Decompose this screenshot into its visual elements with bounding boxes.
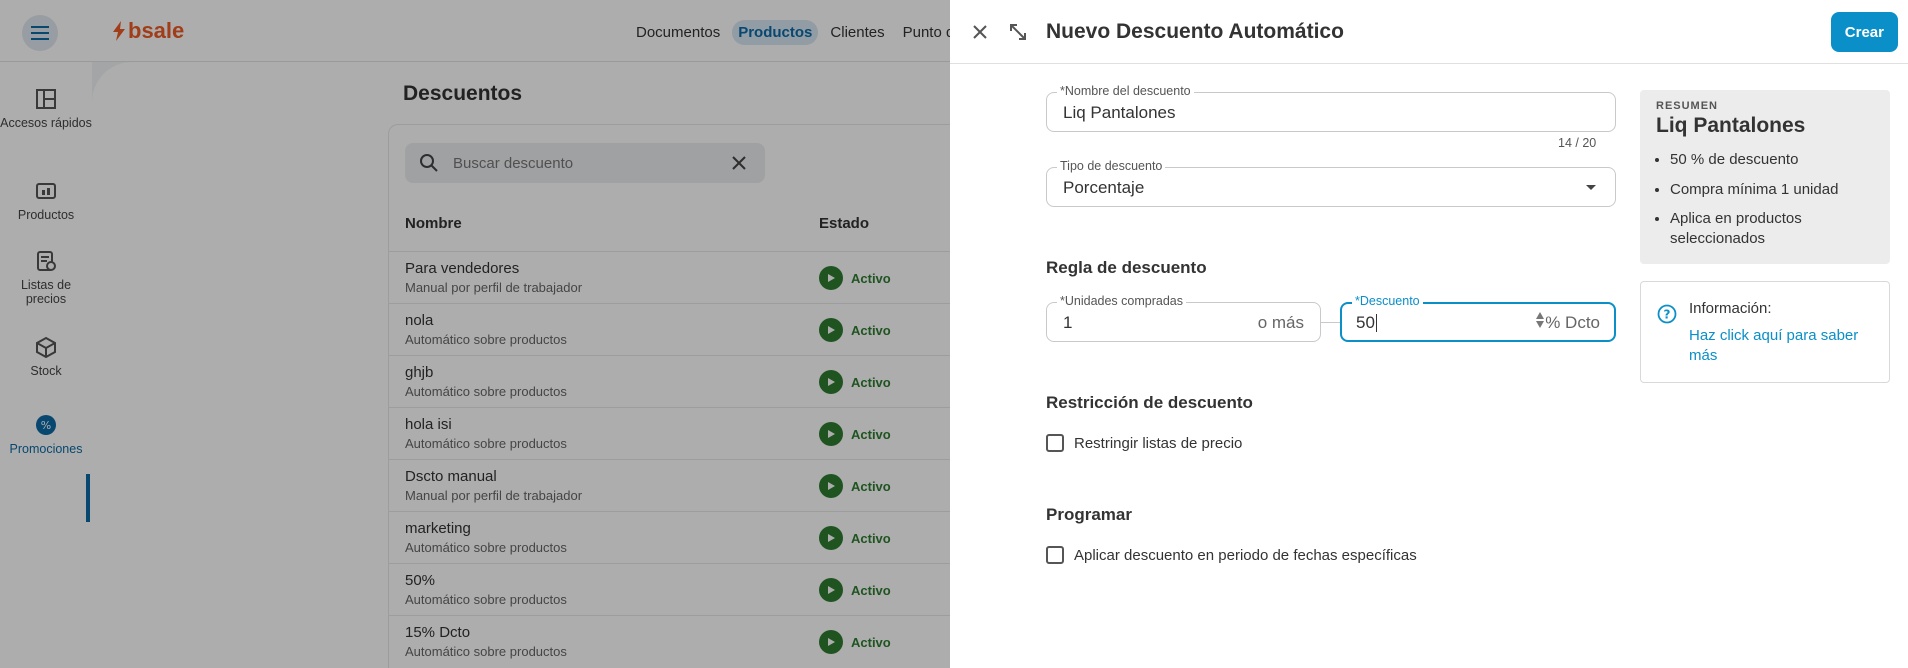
- units-suffix: o más: [1257, 313, 1304, 332]
- summary-kicker: RESUMEN: [1656, 100, 1719, 112]
- summary-item: Aplica en productos seleccionados: [1670, 209, 1874, 248]
- summary-list: 50 % de descuento Compra mínima 1 unidad…: [1656, 150, 1874, 248]
- create-button[interactable]: Crear: [1830, 12, 1898, 52]
- text-cursor: [1376, 314, 1377, 332]
- info-link[interactable]: Haz click aquí para saber más: [1689, 326, 1879, 367]
- restriction-section-title: Restricción de descuento: [1046, 393, 1253, 412]
- summary-item: Compra mínima 1 unidad: [1670, 180, 1874, 200]
- summary-item: 50 % de descuento: [1670, 150, 1874, 170]
- expand-button[interactable]: [1004, 18, 1032, 46]
- rule-section-title: Regla de descuento: [1046, 258, 1207, 277]
- info-title: Información:: [1689, 300, 1772, 317]
- expand-icon: [1010, 24, 1026, 40]
- discount-suffix: % Dcto: [1545, 313, 1600, 332]
- new-discount-drawer: Nuevo Descuento Automático Crear *Nombre…: [950, 0, 1908, 668]
- field-label: *Descuento: [1352, 294, 1423, 308]
- close-icon: [973, 25, 987, 39]
- svg-text:?: ?: [1664, 308, 1671, 322]
- discount-name-field[interactable]: *Nombre del descuento Liq Pantalones: [1046, 84, 1616, 132]
- dropdown-arrow-icon: [1586, 185, 1596, 190]
- summary-title: Liq Pantalones: [1656, 114, 1806, 137]
- field-label: *Unidades compradas: [1057, 294, 1186, 308]
- drawer-header: Nuevo Descuento Automático Crear: [950, 0, 1908, 64]
- restrict-price-lists-checkbox[interactable]: Restringir listas de precio: [1046, 434, 1242, 452]
- checkbox-label: Aplicar descuento en periodo de fechas e…: [1074, 546, 1417, 564]
- drawer-title: Nuevo Descuento Automático: [1046, 20, 1344, 43]
- checkbox-box[interactable]: [1046, 546, 1064, 564]
- field-value: Porcentaje: [1063, 178, 1145, 197]
- schedule-section-title: Programar: [1046, 505, 1132, 524]
- units-purchased-field[interactable]: *Unidades compradas 1 o más: [1046, 294, 1321, 342]
- stepper-up-icon[interactable]: [1536, 312, 1544, 319]
- info-panel: ? Información: Haz click aquí para saber…: [1640, 281, 1890, 383]
- schedule-dates-checkbox[interactable]: Aplicar descuento en periodo de fechas e…: [1046, 546, 1417, 564]
- field-label: *Nombre del descuento: [1057, 84, 1194, 98]
- number-stepper[interactable]: [1536, 312, 1544, 328]
- field-value: 1: [1063, 313, 1073, 332]
- help-circle-icon: ?: [1657, 304, 1677, 324]
- checkbox-label: Restringir listas de precio: [1074, 434, 1243, 452]
- summary-panel: RESUMEN Liq Pantalones 50 % de descuento…: [1640, 90, 1890, 264]
- discount-type-select[interactable]: Tipo de descuento Porcentaje: [1046, 159, 1616, 207]
- close-button[interactable]: [966, 18, 994, 46]
- field-value: 50: [1356, 313, 1375, 332]
- field-label: Tipo de descuento: [1057, 159, 1166, 173]
- character-counter: 14 / 20: [1558, 136, 1597, 150]
- field-value: Liq Pantalones: [1063, 103, 1176, 122]
- discount-percent-field[interactable]: *Descuento 50 % Dcto: [1340, 294, 1616, 342]
- checkbox-box[interactable]: [1046, 434, 1064, 452]
- stepper-down-icon[interactable]: [1536, 321, 1544, 328]
- connector-line: [1321, 322, 1341, 323]
